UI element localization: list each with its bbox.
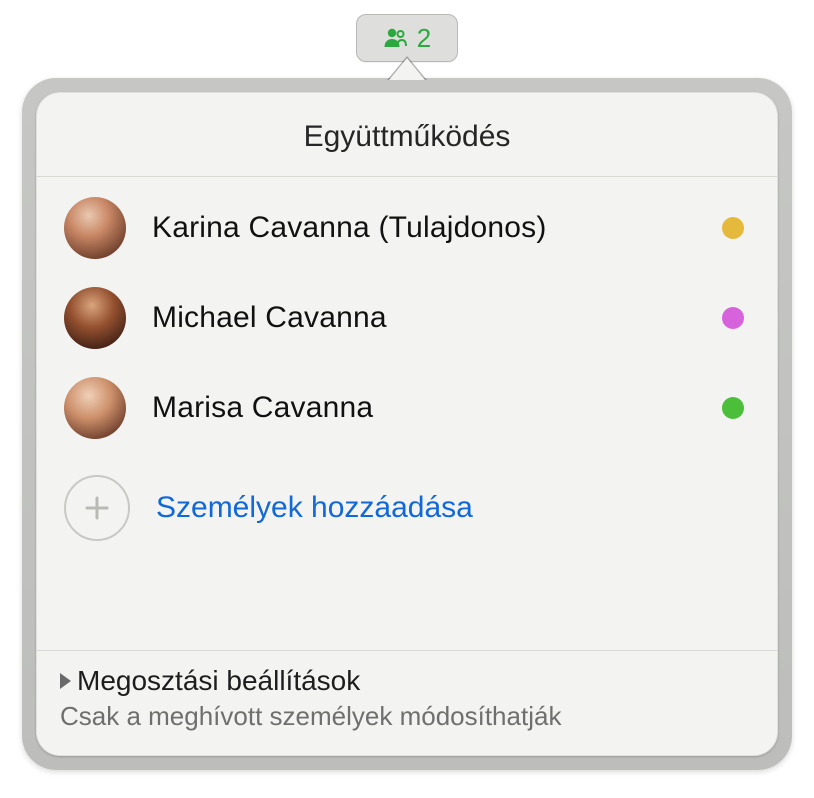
participant-row[interactable]: Marisa Cavanna <box>36 363 778 453</box>
person-icon <box>383 26 407 50</box>
sharing-settings-subtitle: Csak a meghívott személyek módosíthatják <box>60 701 758 732</box>
participant-count: 2 <box>417 23 431 54</box>
sharing-settings-title: Megosztási beállítások <box>77 665 360 697</box>
avatar <box>64 197 126 259</box>
presence-dot <box>722 217 744 239</box>
add-people-label: Személyek hozzáadása <box>156 491 473 525</box>
avatar <box>64 287 126 349</box>
add-people-button[interactable]: Személyek hozzáadása <box>36 453 778 569</box>
sharing-settings[interactable]: Megosztási beállítások Csak a meghívott … <box>36 650 778 756</box>
presence-dot <box>722 397 744 419</box>
presence-dot <box>722 307 744 329</box>
plus-icon <box>64 475 130 541</box>
participant-row[interactable]: Michael Cavanna <box>36 273 778 363</box>
participant-row[interactable]: Karina Cavanna (Tulajdonos) <box>36 183 778 273</box>
popover-title: Együttműködés <box>36 92 778 177</box>
participant-list: Karina Cavanna (Tulajdonos) Michael Cava… <box>36 177 778 650</box>
participant-name: Marisa Cavanna <box>152 391 696 425</box>
participant-name: Karina Cavanna (Tulajdonos) <box>152 211 696 245</box>
participant-name: Michael Cavanna <box>152 301 696 335</box>
disclosure-triangle-icon <box>60 673 71 689</box>
collaboration-popover: Együttműködés Karina Cavanna (Tulajdonos… <box>22 78 792 770</box>
collaboration-pill-button[interactable]: 2 <box>356 14 458 62</box>
avatar <box>64 377 126 439</box>
